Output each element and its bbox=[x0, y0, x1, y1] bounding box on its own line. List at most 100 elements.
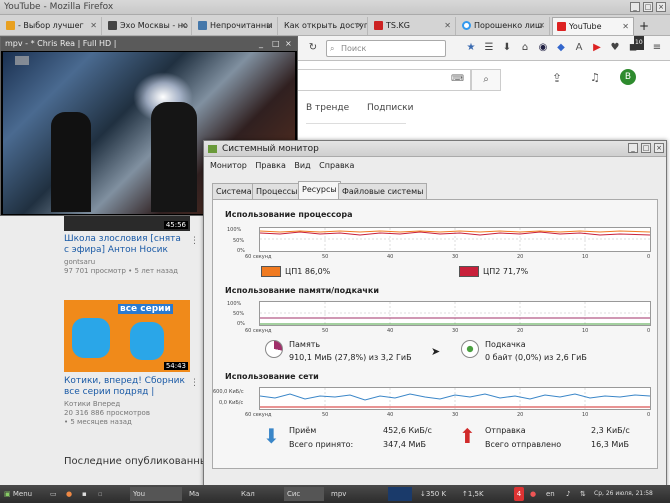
network-icon[interactable]: ⇅ bbox=[580, 487, 590, 501]
menu-hamburger-icon[interactable]: ≡ bbox=[650, 41, 664, 55]
net-heading: Использование сети bbox=[225, 372, 319, 381]
video-title[interactable]: Котики, вперед! Сборник все серии подряд … bbox=[64, 376, 185, 398]
tab-close-icon[interactable]: ✕ bbox=[622, 18, 629, 35]
menu-monitor[interactable]: Монитор bbox=[210, 161, 247, 170]
show-desktop-icon[interactable]: ▭ bbox=[50, 487, 62, 501]
x-label: 20 bbox=[517, 412, 524, 418]
more-options-icon[interactable]: ⋮ bbox=[190, 236, 199, 246]
cpu1-color-swatch[interactable] bbox=[261, 266, 281, 277]
volume-icon[interactable]: ♪ bbox=[566, 487, 576, 501]
x-label: 50 bbox=[322, 254, 329, 260]
taskbar-item-mail[interactable]: Ма bbox=[186, 487, 234, 501]
y-label: 100% bbox=[227, 227, 242, 233]
yt-tab-subscriptions[interactable]: Подписки bbox=[367, 103, 413, 113]
close-button[interactable]: × bbox=[654, 143, 664, 153]
x-label: 50 bbox=[322, 328, 329, 334]
firefox-titlebar: YouTube - Mozilla Firefox _ □ × bbox=[0, 0, 670, 15]
downloads-icon[interactable]: ⬇ bbox=[500, 41, 514, 55]
search-input[interactable]: ⌕ Поиск bbox=[326, 40, 446, 57]
menu-edit[interactable]: Правка bbox=[255, 161, 285, 170]
terminal-launcher-icon[interactable]: ▪ bbox=[82, 487, 94, 501]
clock[interactable]: Ср, 26 июля, 21:58 bbox=[594, 487, 670, 501]
menu-button[interactable]: ▣ Menu bbox=[4, 487, 46, 501]
tab-close-icon[interactable]: ✕ bbox=[90, 17, 97, 35]
x-label: 10 bbox=[582, 412, 589, 418]
new-tab-button[interactable]: + bbox=[636, 17, 654, 35]
download-arrow-icon[interactable]: ⬇ bbox=[263, 426, 280, 446]
home-icon[interactable]: ⌂ bbox=[518, 41, 532, 55]
upload-icon[interactable]: ⇪ bbox=[552, 71, 562, 85]
update-icon[interactable]: ● bbox=[530, 487, 540, 501]
tab-close-icon[interactable]: ✕ bbox=[356, 17, 363, 35]
tab-5[interactable]: Порошенко лиш ✕ bbox=[458, 17, 550, 35]
tab-filesystems[interactable]: Файловые системы bbox=[338, 183, 428, 199]
tab-processes[interactable]: Процессы bbox=[252, 183, 302, 199]
cpu-graph bbox=[259, 227, 651, 252]
tab-close-icon[interactable]: ✕ bbox=[266, 17, 273, 35]
keyboard-icon[interactable]: ⌨ bbox=[451, 74, 464, 84]
yt-tab-trending[interactable]: В тренде bbox=[306, 103, 349, 113]
cpu2-label: ЦП2 71,7% bbox=[483, 267, 529, 276]
notification-badge[interactable]: 4 bbox=[514, 487, 524, 501]
recv-total-label: Всего принято: bbox=[289, 440, 354, 449]
taskbar-item-sysmon[interactable]: Сис bbox=[284, 487, 324, 501]
video-title-line: все серии подряд | bbox=[64, 387, 155, 397]
tab-4[interactable]: TS.KG ✕ bbox=[370, 17, 456, 35]
tab-close-icon[interactable]: ✕ bbox=[538, 17, 545, 35]
tab-resources[interactable]: Ресурсы bbox=[298, 181, 341, 199]
minimize-button[interactable]: _ bbox=[630, 2, 640, 12]
memory-pie-icon[interactable] bbox=[265, 340, 283, 358]
shield-icon[interactable]: ◆ bbox=[554, 41, 568, 55]
bell-icon[interactable]: ♫ bbox=[590, 71, 600, 84]
mem-heading: Использование памяти/подкачки bbox=[225, 286, 379, 295]
maximize-button[interactable]: □ bbox=[643, 2, 653, 12]
cpu2-legend[interactable]: ЦП2 71,7% bbox=[459, 266, 528, 277]
net-x-axis: 60 секунд 50 40 30 20 10 0 bbox=[245, 412, 651, 420]
taskbar-item-youtube[interactable]: You bbox=[130, 487, 182, 501]
tab-3[interactable]: Как открыть доступ ✕ bbox=[280, 17, 368, 35]
taskbar-item-mpv[interactable]: mpv bbox=[328, 487, 376, 501]
menu-view[interactable]: Вид bbox=[294, 161, 310, 170]
cpu-applet-icon[interactable] bbox=[388, 487, 412, 501]
tab-6[interactable]: YouTube ✕ bbox=[552, 17, 634, 35]
translate-icon[interactable]: A bbox=[572, 41, 586, 55]
x-label: 60 секунд bbox=[245, 412, 272, 418]
bookmarks-list-icon[interactable]: ☰ bbox=[482, 41, 496, 55]
cpu1-legend[interactable]: ЦП1 86,0% bbox=[261, 266, 330, 277]
tab-2[interactable]: Непрочитанны ✕ bbox=[194, 17, 278, 35]
close-button[interactable]: × bbox=[285, 37, 292, 51]
minimize-button[interactable]: _ bbox=[628, 143, 638, 153]
tab-close-icon[interactable]: ✕ bbox=[180, 17, 187, 35]
cpu-graph-svg bbox=[259, 228, 651, 251]
keyboard-layout[interactable]: en bbox=[546, 487, 560, 501]
close-button[interactable]: × bbox=[656, 2, 666, 12]
minimize-button[interactable]: _ bbox=[259, 37, 263, 51]
video-title[interactable]: Школа злословия [снята с эфира] Антон Нос… bbox=[64, 234, 181, 256]
video-thumbnail[interactable]: 45:56 bbox=[64, 216, 190, 231]
youtube-search-input[interactable]: ⌨ bbox=[296, 69, 471, 91]
maximize-button[interactable]: □ bbox=[641, 143, 651, 153]
video-meta: 97 701 просмотр • 5 лет назад bbox=[64, 267, 179, 275]
swap-pie-icon[interactable] bbox=[461, 340, 479, 358]
youtube-ext-icon[interactable]: ▶ bbox=[590, 41, 604, 55]
extension-icon[interactable]: ◉ bbox=[536, 41, 550, 55]
pocket-icon[interactable]: ♥ bbox=[608, 41, 622, 55]
tab-1[interactable]: Эхо Москвы - но ✕ bbox=[104, 17, 192, 35]
firefox-launcher-icon[interactable]: ● bbox=[66, 487, 78, 501]
files-launcher-icon[interactable]: ▫ bbox=[98, 487, 110, 501]
bookmark-star-icon[interactable]: ★ bbox=[464, 41, 478, 55]
video-thumbnail[interactable]: все серии 54:43 bbox=[64, 300, 190, 372]
reload-icon[interactable]: ↻ bbox=[306, 41, 320, 55]
vk-ext-icon[interactable]: ◼ 10 bbox=[626, 36, 644, 55]
menu-help[interactable]: Справка bbox=[319, 161, 354, 170]
tab-0[interactable]: - Выбор лучшег ✕ bbox=[2, 17, 102, 35]
cpu2-color-swatch[interactable] bbox=[459, 266, 479, 277]
taskbar-item-calc[interactable]: Кал bbox=[238, 487, 280, 501]
more-options-icon[interactable]: ⋮ bbox=[190, 378, 199, 388]
maximize-button[interactable]: □ bbox=[272, 37, 280, 51]
youtube-search-button[interactable]: ⌕ bbox=[471, 69, 501, 91]
upload-arrow-icon[interactable]: ⬆ bbox=[459, 426, 476, 446]
tab-close-icon[interactable]: ✕ bbox=[444, 17, 451, 35]
tab-system[interactable]: Система bbox=[212, 183, 256, 199]
avatar[interactable]: В bbox=[620, 69, 636, 85]
